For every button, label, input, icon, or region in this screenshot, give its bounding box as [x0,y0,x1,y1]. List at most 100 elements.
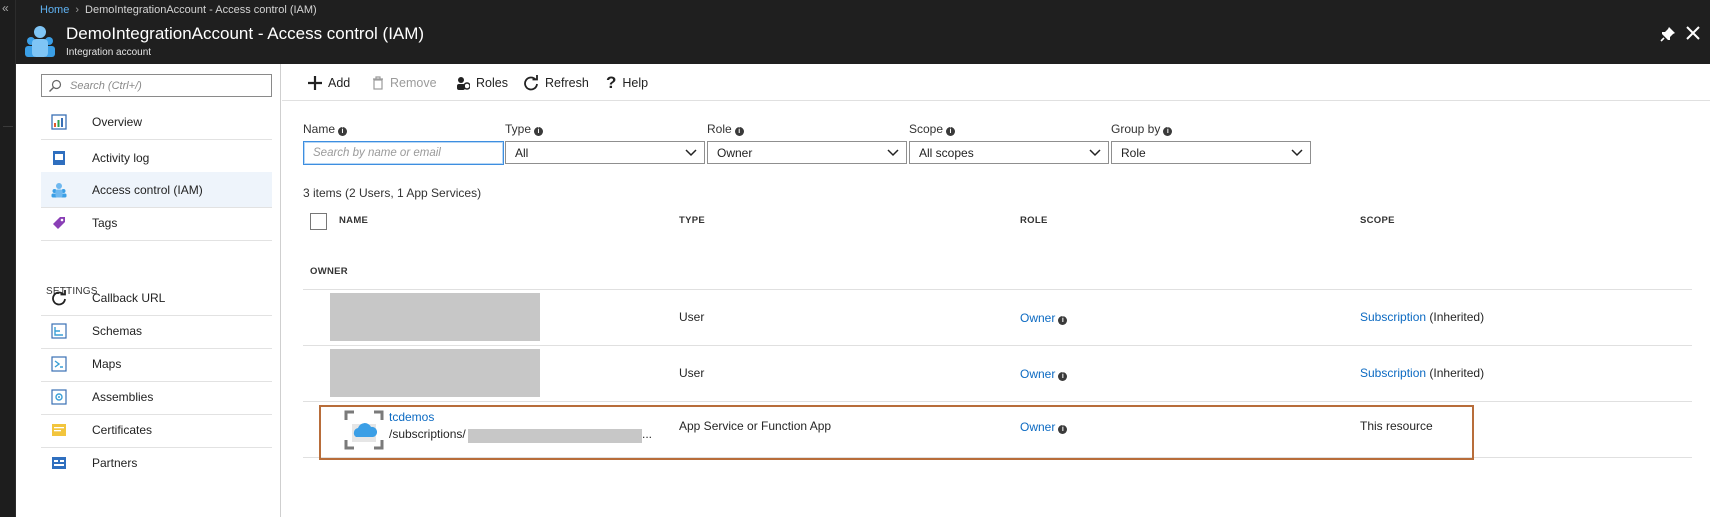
scope-suffix: (Inherited) [1429,310,1485,324]
role-filter-label: Role i [707,122,744,136]
sidebar-item-label: Access control (IAM) [92,183,203,197]
type-select[interactable]: All [505,141,705,164]
assembly-icon [51,389,67,405]
row-type: User [679,310,705,324]
map-icon [51,356,67,372]
info-icon[interactable]: i [534,127,544,136]
name-search-field[interactable] [303,141,504,165]
iam-icon [51,183,67,198]
scope-select[interactable]: All scopes [909,141,1109,164]
pin-icon[interactable] [1660,26,1676,42]
row-scope: Subscription (Inherited) [1360,366,1484,380]
groupby-select-value: Role [1121,146,1146,160]
refresh-button-label: Refresh [545,75,589,90]
name-filter-label: Name i [303,122,348,136]
breadcrumb-separator-icon: › [75,4,80,16]
roles-button[interactable]: Roles [456,64,508,101]
select-all-checkbox[interactable] [310,213,327,230]
sidebar-item-maps[interactable]: Maps [41,346,272,382]
sidebar-item-label: Certificates [92,423,153,437]
info-icon[interactable]: i [734,127,744,136]
iam-header-icon [25,26,55,57]
groupby-filter-label: Group by i [1111,122,1173,136]
scope-link[interactable]: Subscription [1360,366,1426,380]
info-icon[interactable]: i [946,127,956,136]
column-header-role[interactable]: ROLE [1020,215,1048,226]
sidebar-item-label: Activity log [92,151,150,165]
group-header-owner: OWNER [310,266,348,277]
collapsed-rail: « [0,0,16,517]
row-type: User [679,366,705,380]
sidebar-item-label: Maps [92,357,122,371]
overview-icon [51,114,67,130]
sidebar-item-schemas[interactable]: Schemas [41,313,272,349]
page-subtitle: Integration account [66,47,152,58]
remove-button-label: Remove [390,75,437,90]
sidebar-item-activity-log[interactable]: Activity log [41,140,272,176]
rail-divider [3,126,13,127]
sidebar-item-partners[interactable]: Partners [41,445,272,481]
partners-icon [52,457,66,469]
plus-icon [308,75,322,90]
help-button-label: Help [622,75,649,90]
breadcrumb-current: DemoIntegrationAccount - Access control … [85,4,317,16]
sidebar-item-label: Partners [92,456,138,470]
sidebar-item-label: Callback URL [92,291,166,305]
redacted-user-name [330,293,540,341]
refresh-arrow-icon [52,290,66,306]
command-bar: Add Remove Roles Refresh ? Help [282,64,1710,101]
add-button-label: Add [328,75,351,90]
sidebar-item-tags[interactable]: Tags [41,205,272,241]
scope-link[interactable]: Subscription [1360,310,1426,324]
row-role-link[interactable]: Owner i [1020,311,1068,325]
chevron-down-icon [685,149,697,157]
table-row[interactable]: User Owner i Subscription (Inherited) [282,346,1710,401]
column-header-name[interactable]: NAME [339,215,368,226]
refresh-button[interactable]: Refresh [523,64,589,101]
sidebar-item-access-control[interactable]: Access control (IAM) [41,172,272,208]
iam-content: Add Remove Roles Refresh ? Help Name i Ty… [282,64,1710,517]
schema-icon [51,323,67,339]
resource-menu: Overview Activity log Access control (IA… [16,64,281,517]
table-row[interactable]: User Owner i Subscription (Inherited) [282,290,1710,345]
redacted-user-name [330,349,540,397]
breadcrumb-home-link[interactable]: Home [40,4,69,16]
chevron-down-icon [1291,149,1303,157]
sidebar-item-label: Overview [92,115,143,129]
sidebar-item-callback-url[interactable]: Callback URL [41,280,272,316]
items-count: 3 items (2 Users, 1 App Services) [303,186,482,200]
chevron-down-icon [887,149,899,157]
sidebar-item-assemblies[interactable]: Assemblies [41,379,272,415]
sidebar-item-label: Assemblies [92,390,154,404]
sidebar-item-overview[interactable]: Overview [41,104,272,140]
chevron-down-icon [1089,149,1101,157]
menu-search-input[interactable] [70,77,266,94]
groupby-select[interactable]: Role [1111,141,1311,164]
info-icon[interactable]: i [1058,316,1068,325]
roles-button-label: Roles [476,75,508,90]
scope-select-value: All scopes [919,146,974,160]
expand-chevron-icon[interactable]: « [2,2,9,14]
row-role-link[interactable]: Owner i [1020,367,1068,381]
search-icon [49,79,62,92]
highlight-annotation-box [319,405,1474,460]
page-title: DemoIntegrationAccount - Access control … [66,24,425,43]
help-button[interactable]: ? Help [606,64,648,101]
column-header-scope[interactable]: SCOPE [1360,215,1395,226]
close-icon[interactable] [1684,24,1702,42]
role-select[interactable]: Owner [707,141,907,164]
sidebar-item-certificates[interactable]: Certificates [41,412,272,448]
name-search-input[interactable] [304,142,503,164]
sidebar-item-label: Tags [92,216,118,230]
add-button[interactable]: Add [308,64,350,101]
scope-filter-label: Scope i [909,122,956,136]
menu-search[interactable] [41,74,272,97]
info-icon[interactable]: i [338,127,348,136]
question-icon: ? [606,72,617,92]
roles-icon [457,76,470,90]
info-icon[interactable]: i [1058,372,1068,381]
column-header-type[interactable]: TYPE [679,215,705,226]
info-icon[interactable]: i [1163,127,1173,136]
scope-suffix: (Inherited) [1429,366,1485,380]
remove-button[interactable]: Remove [372,64,437,101]
